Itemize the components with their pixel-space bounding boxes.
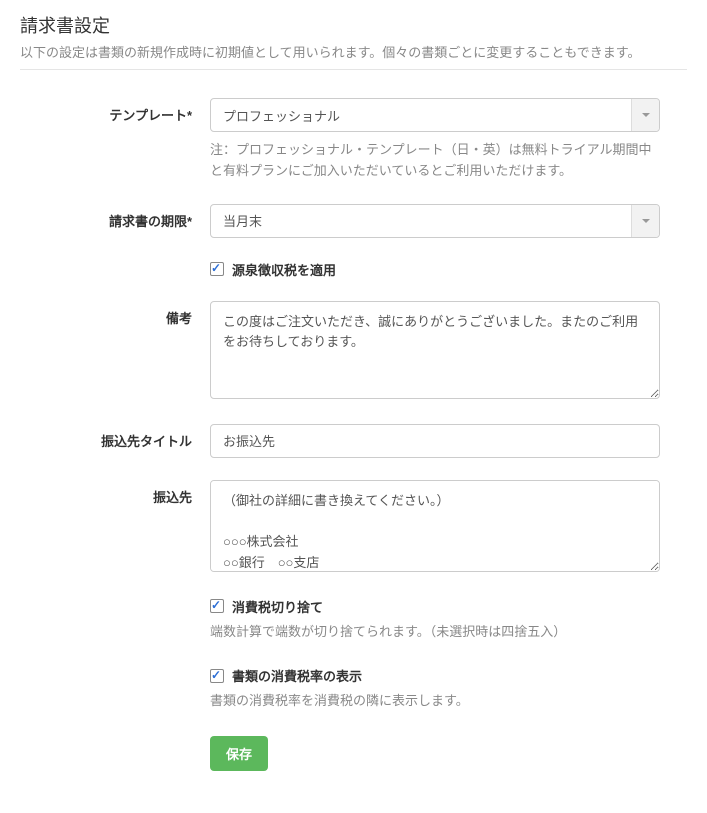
bank-title-input[interactable] (210, 424, 660, 458)
row-due: 請求書の期限* 当月末 (20, 204, 687, 238)
due-label: 請求書の期限* (20, 204, 210, 230)
withholding-label[interactable]: 源泉徴収税を適用 (232, 260, 336, 279)
tax-display-desc: 書類の消費税率を消費税の隣に表示します。 (210, 691, 660, 712)
notes-textarea[interactable] (210, 301, 660, 399)
divider (20, 69, 687, 70)
tax-truncate-checkbox[interactable] (210, 599, 224, 613)
bank-textarea[interactable] (210, 480, 660, 572)
row-bank: 振込先 (20, 480, 687, 575)
tax-truncate-desc: 端数計算で端数が切り捨てられます。（未選択時は四捨五入） (210, 622, 660, 643)
row-withholding: 源泉徴収税を適用 (20, 260, 687, 279)
template-select[interactable]: プロフェッショナル (210, 98, 660, 132)
row-template: テンプレート* プロフェッショナル 注：プロフェッショナル・テンプレート（日・英… (20, 98, 687, 182)
row-notes: 備考 (20, 301, 687, 402)
bank-title-label: 振込先タイトル (20, 424, 210, 450)
withholding-checkbox[interactable] (210, 262, 224, 276)
tax-truncate-label[interactable]: 消費税切り捨て (232, 597, 323, 616)
notes-label: 備考 (20, 301, 210, 327)
page-description: 以下の設定は書類の新規作成時に初期値として用いられます。個々の書類ごとに変更する… (20, 42, 687, 61)
page-title: 請求書設定 (20, 12, 687, 38)
save-button[interactable]: 保存 (210, 736, 268, 771)
bank-label: 振込先 (20, 480, 210, 506)
tax-display-label[interactable]: 書類の消費税率の表示 (232, 666, 362, 685)
template-select-value: プロフェッショナル (210, 98, 660, 132)
template-help-text: 注：プロフェッショナル・テンプレート（日・英）は無料トライアル期間中と有料プラン… (210, 140, 660, 182)
tax-display-checkbox[interactable] (210, 669, 224, 683)
row-bank-title: 振込先タイトル (20, 424, 687, 458)
template-label: テンプレート* (20, 98, 210, 124)
due-select-value: 当月末 (210, 204, 660, 238)
row-tax-truncate: 消費税切り捨て 端数計算で端数が切り捨てられます。（未選択時は四捨五入） 書類の… (20, 597, 687, 772)
due-select[interactable]: 当月末 (210, 204, 660, 238)
